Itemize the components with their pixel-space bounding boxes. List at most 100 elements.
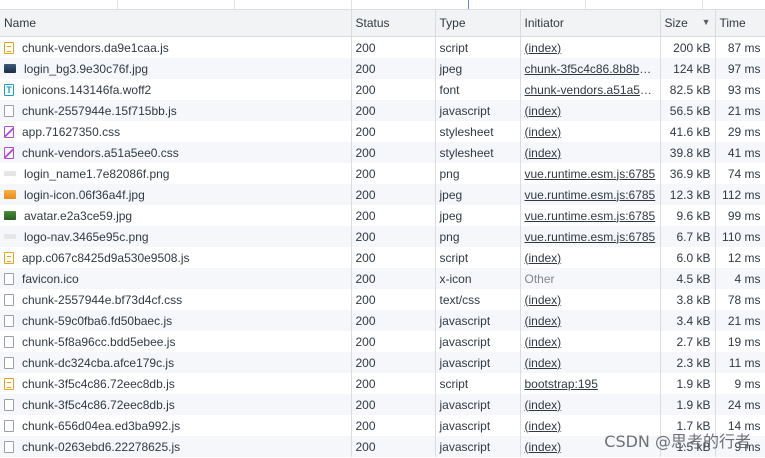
column-header-type[interactable]: Type <box>435 10 521 37</box>
size-header-label: Size <box>664 16 688 30</box>
name-cell[interactable]: chunk-656d04ea.ed3ba992.js <box>0 415 352 436</box>
initiator-link[interactable]: (index) <box>525 293 562 307</box>
name-cell[interactable]: favicon.ico <box>0 268 352 289</box>
initiator-link[interactable]: (index) <box>525 125 562 139</box>
name-cell[interactable]: logo-nav.3465e95c.png <box>0 226 352 247</box>
initiator-link[interactable]: (index) <box>525 104 562 118</box>
name-cell[interactable]: login_bg3.9e30c76f.jpg <box>0 58 352 79</box>
name-cell[interactable]: chunk-2557944e.15f715bb.js <box>0 100 352 121</box>
size-cell: 1.9 kB <box>660 394 716 415</box>
timeline-overview[interactable] <box>0 0 765 10</box>
name-cell[interactable]: chunk-vendors.a51a5ee0.css <box>0 142 352 163</box>
column-header-size[interactable]: Size ▼ <box>660 10 716 37</box>
size-cell: 39.8 kB <box>660 142 716 163</box>
column-header-initiator[interactable]: Initiator <box>520 10 661 37</box>
size-cell: 82.5 kB <box>660 79 716 100</box>
time-cell: 19 ms <box>715 331 765 352</box>
initiator-link[interactable]: (index) <box>525 335 562 349</box>
image-file-icon <box>4 211 16 220</box>
initiator-link[interactable]: (index) <box>525 440 562 454</box>
initiator-link[interactable]: chunk-3f5c4c86.8b8b2... <box>525 62 656 76</box>
initiator-link[interactable]: chunk-vendors.a51a5e... <box>525 83 657 97</box>
name-cell[interactable]: chunk-dc324cba.afce179c.js <box>0 352 352 373</box>
initiator-link[interactable]: vue.runtime.esm.js:6785 <box>525 188 656 202</box>
initiator-link[interactable]: (index) <box>525 398 562 412</box>
table-row[interactable]: Tionicons.143146fa.woff2 200 font chunk-ven… <box>0 79 765 100</box>
table-row[interactable]: chunk-2557944e.15f715bb.js 200 javascript (… <box>0 100 765 121</box>
size-cell: 1.9 kB <box>660 373 716 394</box>
time-cell: 112 ms <box>715 184 765 205</box>
initiator-link[interactable]: vue.runtime.esm.js:6785 <box>525 230 656 244</box>
table-row[interactable]: chunk-3f5c4c86.72eec8db.js 200 javascript (… <box>0 394 765 415</box>
name-cell[interactable]: chunk-5f8a96cc.bdd5ebee.js <box>0 331 352 352</box>
name-cell[interactable]: login_name1.7e82086f.png <box>0 163 352 184</box>
time-cell: 21 ms <box>715 310 765 331</box>
initiator-link[interactable]: vue.runtime.esm.js:6785 <box>525 209 656 223</box>
table-row[interactable]: logo-nav.3465e95c.png 200 png vue.runtime.e… <box>0 226 765 247</box>
name-cell[interactable]: chunk-vendors.da9e1caa.js <box>0 36 352 58</box>
table-row[interactable]: avatar.e2a3ce59.jpg 200 jpeg vue.runtime.es… <box>0 205 765 226</box>
initiator-cell: (index) <box>520 331 661 352</box>
initiator-link[interactable]: (index) <box>525 251 562 265</box>
size-cell: 4.5 kB <box>660 268 716 289</box>
table-row[interactable]: chunk-vendors.da9e1caa.js 200 script (index… <box>0 36 765 58</box>
initiator-cell: (index) <box>520 121 661 142</box>
name-cell[interactable]: Tionicons.143146fa.woff2 <box>0 79 352 100</box>
table-row[interactable]: chunk-59c0fba6.fd50baec.js 200 javascript (… <box>0 310 765 331</box>
name-cell[interactable]: chunk-0263ebd6.22278625.js <box>0 436 352 457</box>
status-cell: 200 <box>351 352 436 373</box>
status-cell: 200 <box>351 121 436 142</box>
table-row[interactable]: login_bg3.9e30c76f.jpg 200 jpeg chunk-3f5c4… <box>0 58 765 79</box>
type-cell: jpeg <box>435 58 521 79</box>
table-row[interactable]: login-icon.06f36a4f.jpg 200 jpeg vue.runtim… <box>0 184 765 205</box>
name-cell[interactable]: login-icon.06f36a4f.jpg <box>0 184 352 205</box>
initiator-text: Other <box>524 271 555 286</box>
table-row[interactable]: login_name1.7e82086f.png 200 png vue.runtim… <box>0 163 765 184</box>
initiator-link[interactable]: (index) <box>525 146 562 160</box>
stylesheet-file-icon <box>4 146 14 159</box>
column-header-time[interactable]: Time <box>715 10 765 37</box>
table-row[interactable]: chunk-3f5c4c86.72eec8db.js 200 script boots… <box>0 373 765 394</box>
time-cell: 21 ms <box>715 100 765 121</box>
script-file-icon <box>4 377 14 390</box>
font-file-icon: T <box>4 83 14 96</box>
type-cell: png <box>435 163 521 184</box>
time-cell: 4 ms <box>715 268 765 289</box>
name-cell[interactable]: chunk-2557944e.bf73d4cf.css <box>0 289 352 310</box>
status-cell: 200 <box>351 247 436 268</box>
name-cell[interactable]: avatar.e2a3ce59.jpg <box>0 205 352 226</box>
name-cell[interactable]: app.71627350.css <box>0 121 352 142</box>
size-cell: 3.8 kB <box>660 289 716 310</box>
initiator-link[interactable]: (index) <box>525 356 562 370</box>
request-name: chunk-3f5c4c86.72eec8db.js <box>22 397 175 412</box>
document-file-icon <box>4 398 14 411</box>
name-cell[interactable]: chunk-3f5c4c86.72eec8db.js <box>0 373 352 394</box>
name-cell[interactable]: app.c067c8425d9a530e9508.js <box>0 247 352 268</box>
request-name: chunk-2557944e.15f715bb.js <box>22 103 177 118</box>
column-header-name[interactable]: Name <box>0 10 352 37</box>
initiator-link[interactable]: (index) <box>525 314 562 328</box>
initiator-link[interactable]: (index) <box>525 41 562 55</box>
status-cell: 200 <box>351 142 436 163</box>
name-cell[interactable]: chunk-59c0fba6.fd50baec.js <box>0 310 352 331</box>
request-name: chunk-3f5c4c86.72eec8db.js <box>22 376 175 391</box>
table-row[interactable]: app.71627350.css 200 stylesheet (index) 41.6… <box>0 121 765 142</box>
initiator-link[interactable]: bootstrap:195 <box>525 377 598 391</box>
type-cell: stylesheet <box>435 142 521 163</box>
table-row[interactable]: chunk-dc324cba.afce179c.js 200 javascript (… <box>0 352 765 373</box>
type-cell: javascript <box>435 352 521 373</box>
table-row[interactable]: chunk-5f8a96cc.bdd5ebee.js 200 javascript (… <box>0 331 765 352</box>
table-row[interactable]: chunk-2557944e.bf73d4cf.css 200 text/css (i… <box>0 289 765 310</box>
initiator-link[interactable]: (index) <box>525 419 562 433</box>
request-name: login-icon.06f36a4f.jpg <box>24 187 145 202</box>
table-row[interactable]: chunk-vendors.a51a5ee0.css 200 stylesheet (… <box>0 142 765 163</box>
network-requests-table: Name Status Type Initiator Size ▼ Time ch… <box>0 10 765 457</box>
table-row[interactable]: app.c067c8425d9a530e9508.js 200 script (ind… <box>0 247 765 268</box>
column-header-status[interactable]: Status <box>351 10 436 37</box>
initiator-link[interactable]: vue.runtime.esm.js:6785 <box>525 167 656 181</box>
sort-descending-icon[interactable]: ▼ <box>702 17 711 27</box>
type-cell: script <box>435 373 521 394</box>
table-row[interactable]: favicon.ico 200 x-icon Other 4.5 kB 4 ms <box>0 268 765 289</box>
size-cell: 200 kB <box>660 36 716 58</box>
name-cell[interactable]: chunk-3f5c4c86.72eec8db.js <box>0 394 352 415</box>
